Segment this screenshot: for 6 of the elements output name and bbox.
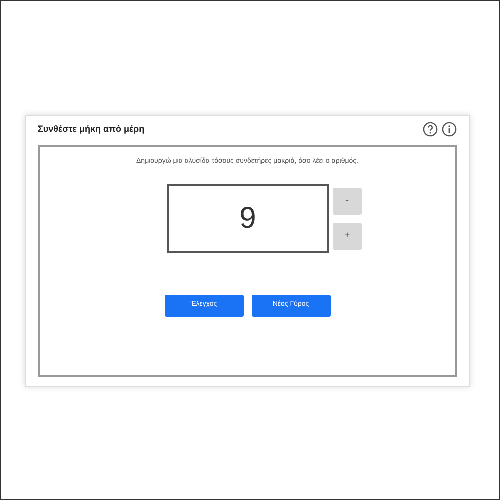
help-icon[interactable] (423, 122, 438, 137)
decrement-button[interactable]: - (333, 188, 362, 214)
panel-title: Συνθέστε μήκη από μέρη (38, 122, 145, 136)
increment-button[interactable]: + (333, 222, 362, 250)
number-display: 9 (167, 184, 329, 252)
info-icon[interactable] (442, 122, 457, 137)
